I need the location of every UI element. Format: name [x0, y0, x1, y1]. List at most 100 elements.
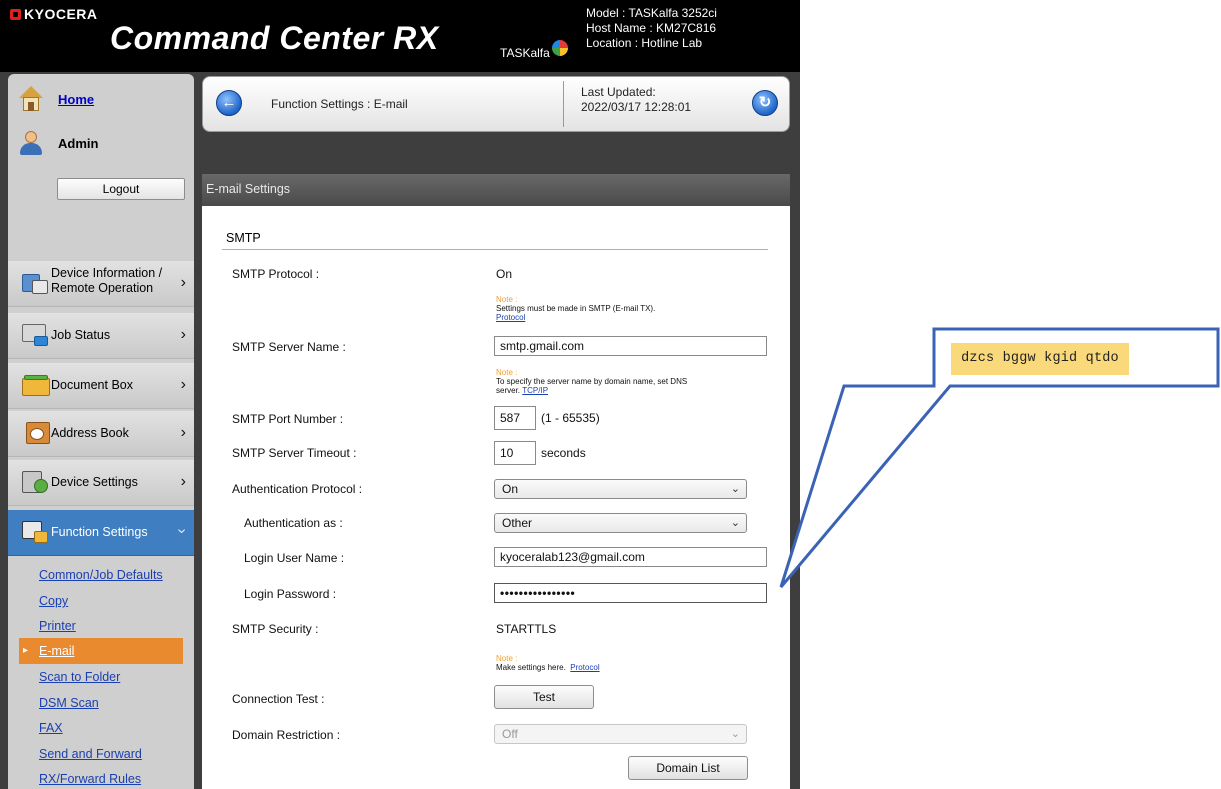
connection-test-label: Connection Test : — [232, 692, 325, 706]
home-icon — [18, 86, 44, 112]
last-updated-label: Last Updated: — [581, 85, 656, 99]
refresh-button[interactable]: ↻ — [752, 90, 778, 116]
server-name-note: Note : To specify the server name by dom… — [496, 368, 687, 395]
submenu-copy[interactable]: Copy — [8, 588, 194, 614]
smtp-security-value: STARTTLS — [496, 622, 557, 636]
smtp-server-timeout-input[interactable]: 10 — [494, 441, 536, 465]
sidebar-item-document-box[interactable]: Document Box › — [8, 363, 194, 409]
product-sub-logo: TASKalfa — [500, 40, 568, 60]
smtp-protocol-note: Note : Settings must be made in SMTP (E-… — [496, 295, 655, 322]
note-label: Note : — [496, 368, 518, 377]
user-icon — [18, 130, 44, 156]
smtp-port-number-input[interactable]: 587 — [494, 406, 536, 430]
globe-icon — [551, 40, 568, 56]
select-value: Off — [502, 727, 518, 741]
submenu-scan-to-folder[interactable]: Scan to Folder — [8, 664, 194, 690]
device-settings-icon — [22, 469, 50, 495]
device-host-name: Host Name : KM27C816 — [586, 21, 717, 35]
smtp-protocol-value: On — [496, 267, 513, 281]
sidebar-item-function-settings[interactable]: Function Settings › — [8, 510, 194, 556]
note-label: Note : — [496, 295, 518, 304]
login-user-name-label: Login User Name : — [244, 551, 345, 565]
chevron-down-icon: ⌄ — [730, 728, 740, 740]
chevron-right-icon: › — [180, 376, 186, 393]
chevron-right-icon: › — [180, 424, 186, 441]
smtp-security-label: SMTP Security : — [232, 622, 319, 636]
tcp-ip-link[interactable]: TCP/IP — [522, 386, 548, 395]
sidebar-item-device-settings[interactable]: Device Settings › — [8, 460, 194, 506]
authentication-as-select[interactable]: Other ⌄ — [494, 513, 747, 533]
chevron-down-icon: ⌄ — [730, 483, 740, 495]
document-box-icon — [22, 372, 50, 398]
address-book-icon — [22, 420, 50, 446]
domain-restriction-label: Domain Restriction : — [232, 728, 341, 742]
login-password-input[interactable]: •••••••••••••••• — [494, 583, 767, 603]
submenu-fax[interactable]: FAX — [8, 715, 194, 741]
arrow-left-icon: ← — [221, 94, 237, 111]
app-header: KYOCERA Command Center RX TASKalfa Model… — [0, 0, 800, 72]
chevron-right-icon: › — [180, 274, 186, 291]
chevron-down-icon: ⌄ — [730, 517, 740, 529]
kyocera-logo: KYOCERA — [10, 6, 98, 22]
authentication-protocol-select[interactable]: On ⌄ — [494, 479, 747, 499]
admin-label: Admin — [58, 135, 99, 151]
back-button[interactable]: ← — [216, 90, 242, 116]
submenu-dsm-scan[interactable]: DSM Scan — [8, 690, 194, 716]
sidebar-item-device-information[interactable]: Device Information / Remote Operation › — [8, 261, 194, 307]
sidebar: Home Admin Logout Device Information / Re… — [8, 74, 194, 789]
smtp-security-note: Note : Make settings here. Protocol — [496, 654, 600, 672]
smtp-server-name-input[interactable]: smtp.gmail.com — [494, 336, 767, 356]
section-divider — [222, 249, 768, 250]
note-text: To specify the server name by domain nam… — [496, 377, 688, 386]
callout-text: dzcs bggw kgid qtdo — [951, 343, 1129, 375]
sidebar-item-address-book[interactable]: Address Book › — [8, 411, 194, 457]
protocol-link[interactable]: Protocol — [496, 313, 525, 322]
timeout-unit: seconds — [541, 446, 586, 460]
product-sub-text: TASKalfa — [500, 46, 550, 60]
logout-button[interactable]: Logout — [57, 178, 185, 200]
topbar-divider — [563, 81, 564, 127]
sidebar-item-label: Job Status — [51, 328, 111, 342]
product-title: Command Center RX — [110, 20, 439, 56]
submenu-printer[interactable]: Printer — [8, 613, 194, 639]
port-range-hint: (1 - 65535) — [541, 411, 600, 425]
home-link-label[interactable]: Home — [58, 92, 94, 107]
authentication-as-label: Authentication as : — [244, 516, 343, 530]
domain-restriction-select[interactable]: Off ⌄ — [494, 724, 747, 744]
submenu-send-and-forward[interactable]: Send and Forward — [8, 741, 194, 767]
job-status-icon — [22, 322, 50, 348]
sidebar-item-job-status[interactable]: Job Status › — [8, 313, 194, 359]
login-password-label: Login Password : — [244, 587, 337, 601]
sidebar-item-label: Address Book — [51, 426, 129, 440]
test-button[interactable]: Test — [494, 685, 594, 709]
brand-name: KYOCERA — [24, 6, 98, 22]
refresh-icon: ↻ — [758, 94, 772, 111]
breadcrumb-bar: ← Function Settings : E-mail Last Update… — [202, 76, 790, 132]
device-info: Model : TASKalfa 3252ci Host Name : KM27… — [586, 6, 717, 51]
last-updated: Last Updated: 2022/03/17 12:28:01 — [581, 85, 691, 115]
kyocera-logo-icon — [10, 8, 21, 20]
sidebar-home-link[interactable]: Home — [8, 82, 194, 116]
protocol-link[interactable]: Protocol — [570, 663, 599, 672]
note-text: server. — [496, 386, 521, 395]
current-arrow-icon: ▸ — [23, 645, 29, 656]
sidebar-item-label: Function Settings — [51, 525, 148, 539]
panel-title: E-mail Settings — [202, 174, 790, 206]
email-settings-panel: SMTP SMTP Protocol : On Note : Settings … — [202, 206, 790, 789]
submenu-e-mail[interactable]: ▸ E-mail — [19, 638, 183, 664]
smtp-server-timeout-label: SMTP Server Timeout : — [232, 446, 357, 460]
chevron-right-icon: › — [180, 473, 186, 490]
breadcrumb: Function Settings : E-mail — [271, 97, 408, 111]
section-title-smtp: SMTP — [226, 231, 261, 245]
last-updated-value: 2022/03/17 12:28:01 — [581, 100, 692, 114]
sidebar-item-label: Device Information / Remote Operation — [51, 266, 163, 295]
submenu-common-job-defaults[interactable]: Common/Job Defaults — [8, 562, 194, 588]
submenu-rx-forward-rules[interactable]: RX/Forward Rules — [8, 766, 194, 789]
note-text: Settings must be made in SMTP (E-mail TX… — [496, 304, 656, 313]
screenshot-stage: KYOCERA Command Center RX TASKalfa Model… — [0, 0, 1221, 789]
device-model: Model : TASKalfa 3252ci — [586, 6, 717, 20]
login-user-name-input[interactable]: kyoceralab123@gmail.com — [494, 547, 767, 567]
smtp-server-name-label: SMTP Server Name : — [232, 340, 346, 354]
domain-list-button[interactable]: Domain List — [628, 756, 748, 780]
smtp-port-number-label: SMTP Port Number : — [232, 412, 344, 426]
